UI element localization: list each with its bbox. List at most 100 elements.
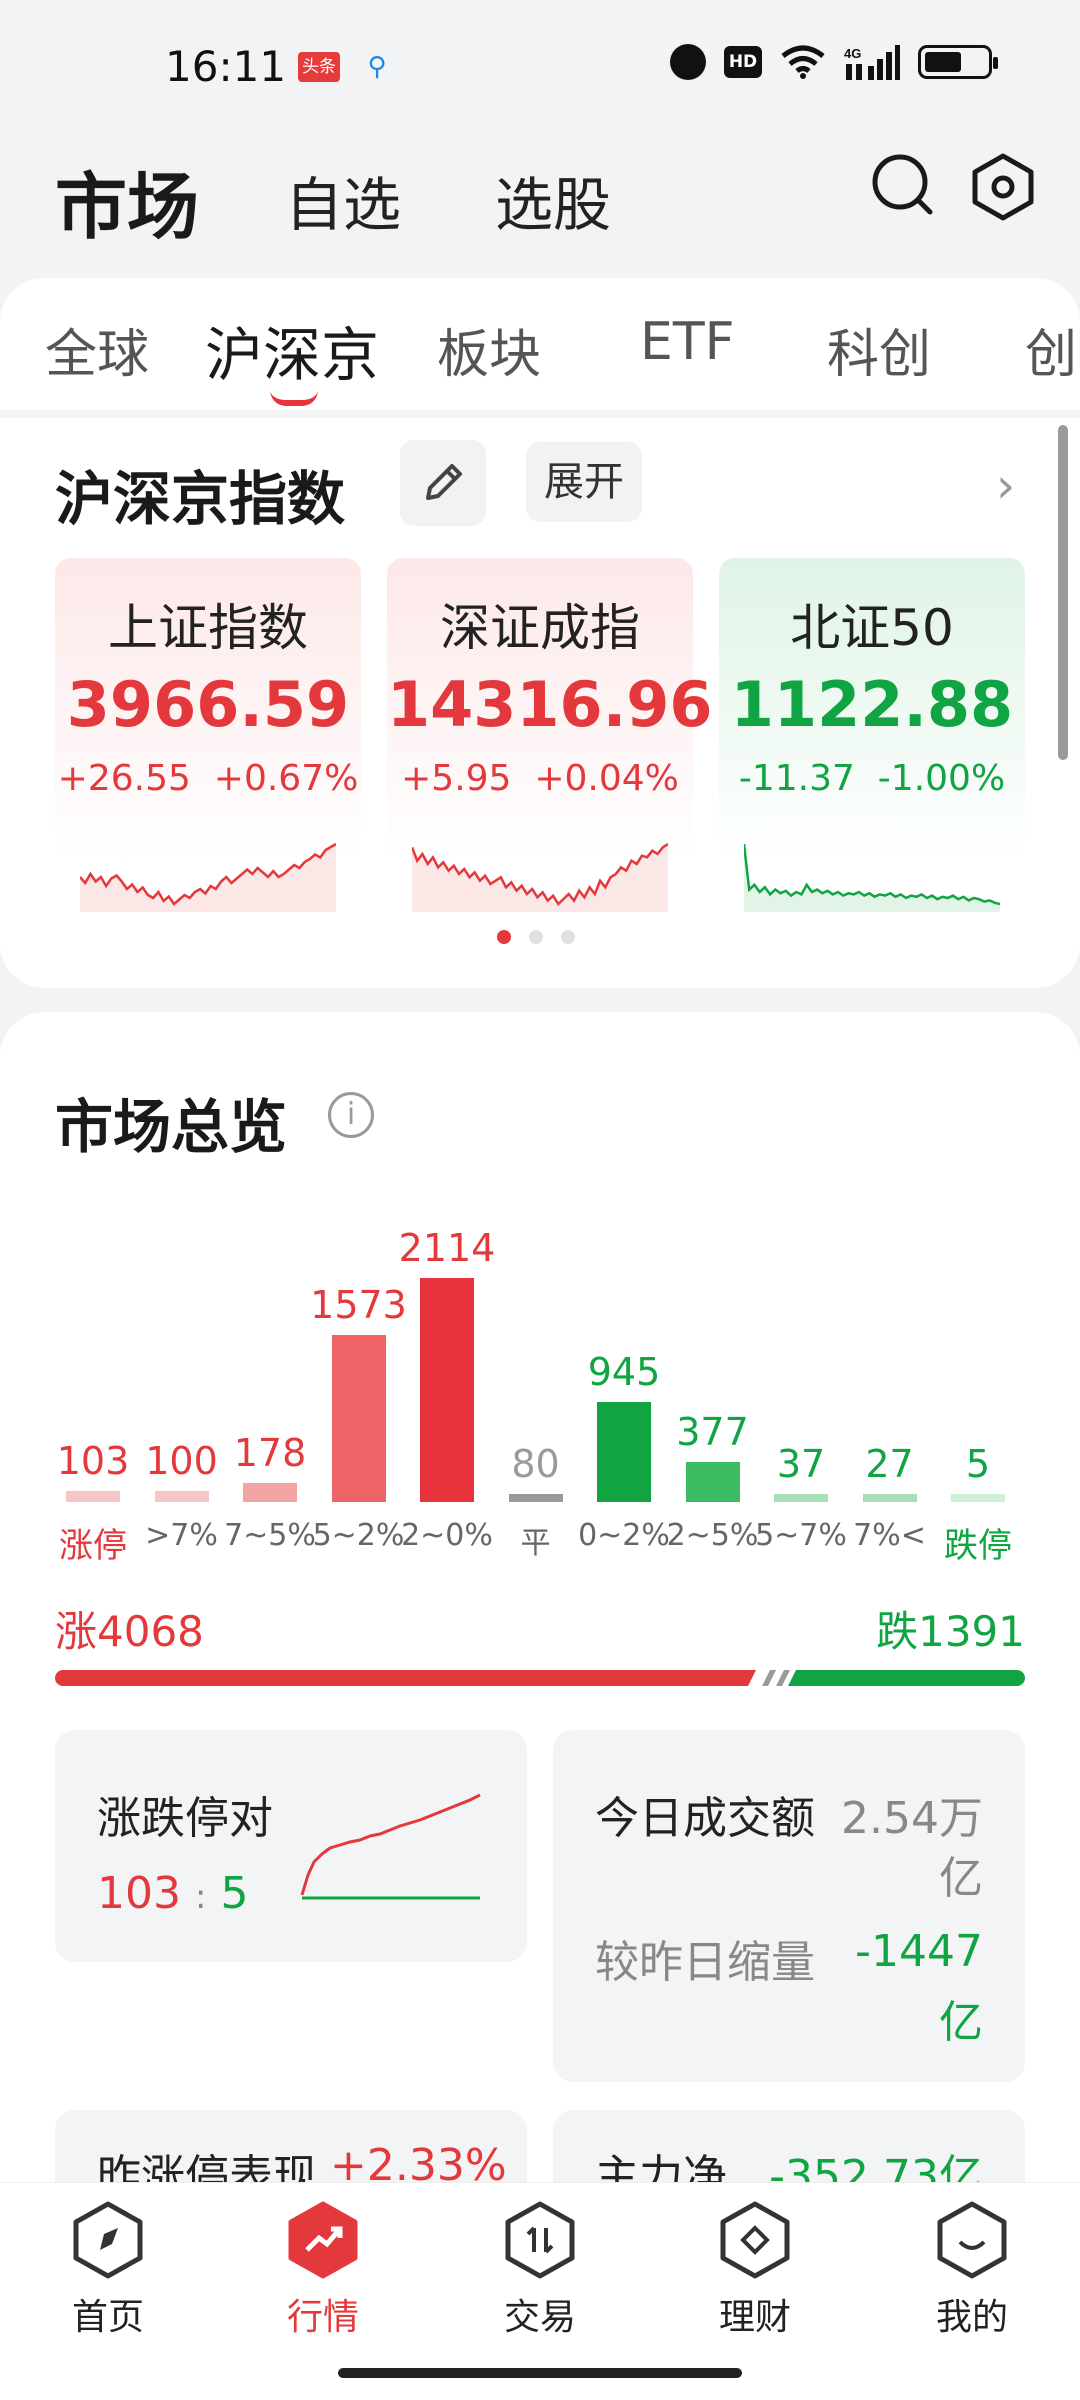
network-label: 4G — [844, 46, 861, 61]
pencil-icon — [426, 464, 462, 500]
news-app-badge: 头条 — [298, 52, 340, 82]
rise-fall-ratio-bar — [55, 1670, 1025, 1686]
info-icon[interactable]: i — [328, 1092, 374, 1138]
tab-watchlist[interactable]: 自选 — [285, 158, 401, 242]
turnover-change-value: -1447 — [855, 1926, 983, 1977]
chevron-right-icon[interactable]: › — [996, 458, 1015, 514]
battery-icon — [918, 45, 998, 79]
diamond-icon — [720, 2201, 790, 2279]
status-icons: HD 4G — [670, 44, 998, 80]
signal-icon: 4G — [844, 45, 900, 80]
sparkline-area — [412, 844, 668, 912]
turnover-label: 今日成交额 — [595, 1793, 815, 1844]
index-name: 上证指数 — [108, 599, 308, 657]
distribution-bar — [951, 1494, 1005, 1502]
index-name: 北证50 — [790, 599, 954, 657]
distribution-category-label: 5~7% — [755, 1518, 847, 1553]
home-indicator[interactable] — [338, 2368, 742, 2378]
distribution-category-label: 跌停 — [944, 1526, 1012, 1566]
index-section-title: 沪深京指数 — [55, 465, 346, 533]
tab-shanghai-shenzhen-beijing[interactable]: 沪深京 — [205, 308, 379, 392]
distribution-category-label: 涨停 — [59, 1526, 127, 1566]
distribution-bar — [420, 1278, 474, 1502]
index-sparkline — [80, 842, 336, 912]
index-value: 3966.59 — [66, 668, 350, 741]
trend-up-icon — [288, 2201, 358, 2279]
distribution-bar — [597, 1401, 651, 1502]
index-sparkline — [412, 842, 668, 912]
edit-button[interactable] — [400, 440, 486, 526]
carousel-dot[interactable] — [529, 930, 543, 944]
limit-pair-values: 103 : 5 — [97, 1868, 249, 1919]
distribution-bar-value: 37 — [776, 1442, 826, 1486]
index-card-sse[interactable]: 上证指数 3966.59 +26.55 +0.67% — [55, 558, 361, 916]
carousel-dot[interactable] — [561, 930, 575, 944]
search-app-icon: ⚲ — [367, 52, 387, 82]
hd-icon: HD — [724, 46, 762, 78]
distribution-bar-value: 2114 — [398, 1226, 496, 1270]
rise-count: 涨4068 — [55, 1607, 204, 1656]
scrollbar[interactable] — [1058, 425, 1068, 760]
distribution-category-label: 0~2% — [578, 1518, 670, 1553]
index-value: 1122.88 — [730, 668, 1014, 741]
index-card-bse50[interactable]: 北证50 1122.88 -11.37 -1.00% — [719, 558, 1025, 916]
turnover-change-label: 较昨日缩量 — [595, 1937, 815, 1988]
nav-wealth[interactable]: 理财 — [685, 2200, 825, 2340]
expand-button[interactable]: 展开 — [526, 442, 642, 522]
index-change: +26.55 +0.67% — [57, 758, 359, 799]
page-title: 市场 — [55, 165, 200, 249]
status-time: 16:11 — [165, 42, 287, 91]
distribution-category-label: >7% — [145, 1518, 218, 1553]
index-name: 深证成指 — [440, 599, 640, 657]
turnover-unit: 亿 — [939, 1853, 983, 1904]
distribution-category-label: 平 — [520, 1526, 551, 1561]
smile-icon — [937, 2201, 1007, 2279]
divider — [0, 410, 1080, 418]
index-card-szse[interactable]: 深证成指 14316.96 +5.95 +0.04% — [387, 558, 713, 916]
carousel-dot[interactable] — [497, 930, 511, 944]
nav-home[interactable]: 首页 — [38, 2200, 178, 2340]
market-tabs: 全球 沪深京 板块 ETF 科创 创 — [0, 300, 1080, 410]
tab-etf[interactable]: ETF — [640, 312, 735, 372]
distribution-category-label: 7~5% — [224, 1518, 316, 1553]
turnover-change-unit: 亿 — [939, 1997, 983, 2048]
nav-market[interactable]: 行情 — [253, 2200, 393, 2340]
ratio-bar-flat — [776, 1670, 791, 1686]
tab-star-market[interactable]: 科创 — [827, 312, 931, 387]
tab-chinext[interactable]: 创 — [1025, 312, 1077, 387]
distribution-bar — [331, 1335, 386, 1502]
distribution-category-label: 7%< — [853, 1518, 926, 1553]
tab-stock-picker[interactable]: 选股 — [495, 158, 611, 242]
tab-sectors[interactable]: 板块 — [437, 312, 541, 387]
index-sparkline — [744, 843, 1000, 912]
distribution-bar-value: 1573 — [310, 1283, 407, 1328]
nav-trade[interactable]: 交易 — [470, 2200, 610, 2340]
fall-count: 跌1391 — [876, 1607, 1025, 1656]
nav-profile[interactable]: 我的 — [902, 2200, 1042, 2340]
overview-title: 市场总览 — [55, 1093, 288, 1161]
search-icon[interactable] — [870, 152, 936, 218]
distribution-bar — [243, 1483, 297, 1502]
limit-pair-sparkline — [300, 1793, 481, 1900]
distribution-bar-value: 178 — [233, 1431, 307, 1476]
limit-pair-tile[interactable]: 涨跌停对 103 : 5 — [55, 1730, 527, 1962]
tab-global[interactable]: 全球 — [45, 312, 149, 387]
distribution-category-label: 2~5% — [666, 1518, 759, 1553]
distribution-bar — [774, 1494, 828, 1502]
index-change: +5.95 +0.04% — [401, 758, 679, 799]
distribution-bar — [862, 1494, 917, 1502]
distribution-bar-value: 103 — [56, 1439, 130, 1484]
ratio-bar-flat — [762, 1670, 777, 1686]
distribution-bar — [66, 1491, 120, 1502]
settings-icon[interactable] — [968, 152, 1038, 222]
index-change: -11.37 -1.00% — [738, 758, 1006, 799]
alarm-icon — [670, 44, 706, 80]
sparkline-area — [744, 844, 1000, 912]
distribution-bar-value: 945 — [587, 1349, 661, 1394]
distribution-bar-value: 377 — [676, 1410, 749, 1455]
turnover-tile[interactable]: 今日成交额 2.54万 亿 较昨日缩量 -1447 亿 — [553, 1730, 1025, 2082]
distribution-category-label: 2~0% — [401, 1518, 493, 1553]
distribution-category-label: 5~2% — [312, 1518, 405, 1553]
compass-icon — [73, 2201, 143, 2279]
carousel-dots — [497, 930, 575, 944]
